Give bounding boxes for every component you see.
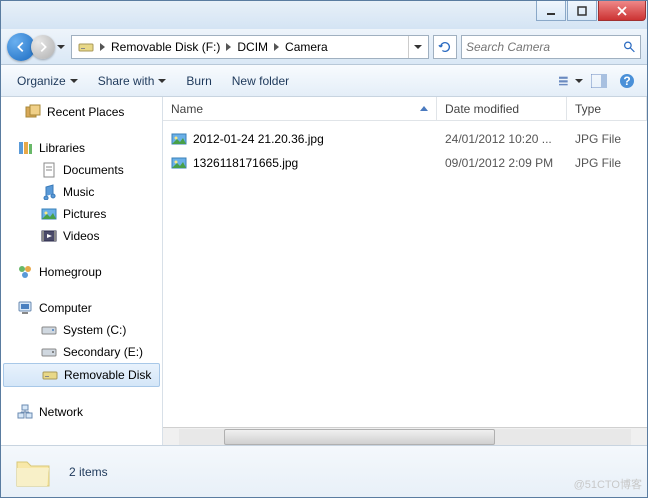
documents-icon [41,162,57,178]
breadcrumb-root-sep[interactable] [98,40,107,54]
search-input[interactable] [466,40,623,54]
file-name: 2012-01-24 21.20.36.jpg [193,132,324,146]
organize-button[interactable]: Organize [9,70,86,92]
navigation-row: Removable Disk (F:) DCIM Camera [1,29,647,65]
search-box[interactable] [461,35,641,59]
breadcrumb-sep[interactable] [272,40,281,54]
sidebar-computer[interactable]: Computer [1,297,162,319]
preview-pane-button[interactable] [587,69,611,93]
disk-icon [41,344,57,360]
pictures-icon [41,206,57,222]
removable-icon [42,367,58,383]
scroll-track[interactable] [179,429,631,445]
music-icon [41,184,57,200]
sidebar-pictures[interactable]: Pictures [1,203,162,225]
sidebar-documents[interactable]: Documents [1,159,162,181]
item-count: 2 items [69,465,108,479]
burn-button[interactable]: Burn [178,70,219,92]
image-file-icon [171,155,187,171]
sidebar-network[interactable]: Network [1,401,162,423]
sidebar-homegroup[interactable]: Homegroup [1,261,162,283]
share-button[interactable]: Share with [90,70,175,92]
command-bar: Organize Share with Burn New folder ? [1,65,647,97]
scroll-thumb[interactable] [224,429,495,445]
file-row[interactable]: 2012-01-24 21.20.36.jpg 24/01/2012 10:20… [163,127,647,151]
column-headers: Name Date modified Type [163,97,647,121]
forward-button[interactable] [31,35,55,59]
watermark: @51CTO博客 [574,476,642,492]
history-dropdown[interactable] [55,37,67,57]
refresh-button[interactable] [433,35,457,59]
col-name[interactable]: Name [163,97,437,120]
nav-buttons [7,33,67,61]
title-bar [1,1,647,29]
sidebar-removable-f[interactable]: Removable Disk [3,363,160,387]
sidebar-secondary-e[interactable]: Secondary (E:) [1,341,162,363]
breadcrumb-1[interactable]: DCIM [233,38,272,56]
computer-icon [17,300,33,316]
file-view: Name Date modified Type 2012-01-24 21.20… [163,97,647,445]
file-type: JPG File [567,154,647,172]
image-file-icon [171,131,187,147]
drive-icon [78,39,94,55]
minimize-button[interactable] [536,1,566,21]
help-button[interactable]: ? [615,69,639,93]
col-type[interactable]: Type [567,97,647,120]
file-type: JPG File [567,130,647,148]
body: Recent Places Libraries Documents Music … [1,97,647,445]
sidebar-system-c[interactable]: System (C:) [1,319,162,341]
file-date: 24/01/2012 10:20 ... [437,130,567,148]
file-date: 09/01/2012 2:09 PM [437,154,567,172]
address-bar[interactable]: Removable Disk (F:) DCIM Camera [71,35,429,59]
navigation-pane[interactable]: Recent Places Libraries Documents Music … [1,97,163,445]
sidebar-videos[interactable]: Videos [1,225,162,247]
newfolder-button[interactable]: New folder [224,70,297,92]
search-icon[interactable] [623,40,636,54]
view-button[interactable] [559,69,583,93]
explorer-window: Removable Disk (F:) DCIM Camera Organize… [0,0,648,498]
breadcrumb-2[interactable]: Camera [281,38,332,56]
disk-icon [41,322,57,338]
breadcrumb-0[interactable]: Removable Disk (F:) [107,38,224,56]
horizontal-scrollbar[interactable] [163,427,647,445]
sidebar-libraries[interactable]: Libraries [1,137,162,159]
address-dropdown[interactable] [408,36,426,58]
network-icon [17,404,33,420]
libraries-icon [17,140,33,156]
videos-icon [41,228,57,244]
col-date[interactable]: Date modified [437,97,567,120]
homegroup-icon [17,264,33,280]
recent-icon [25,104,41,120]
sidebar-recent[interactable]: Recent Places [1,101,162,123]
breadcrumb-sep[interactable] [224,40,233,54]
details-pane: 2 items [1,445,647,497]
file-list[interactable]: 2012-01-24 21.20.36.jpg 24/01/2012 10:20… [163,121,647,427]
sidebar-music[interactable]: Music [1,181,162,203]
folder-icon [13,452,53,492]
maximize-button[interactable] [567,1,597,21]
svg-text:?: ? [623,74,630,88]
close-button[interactable] [598,1,646,21]
file-name: 1326118171665.jpg [193,156,298,170]
file-row[interactable]: 1326118171665.jpg 09/01/2012 2:09 PM JPG… [163,151,647,175]
